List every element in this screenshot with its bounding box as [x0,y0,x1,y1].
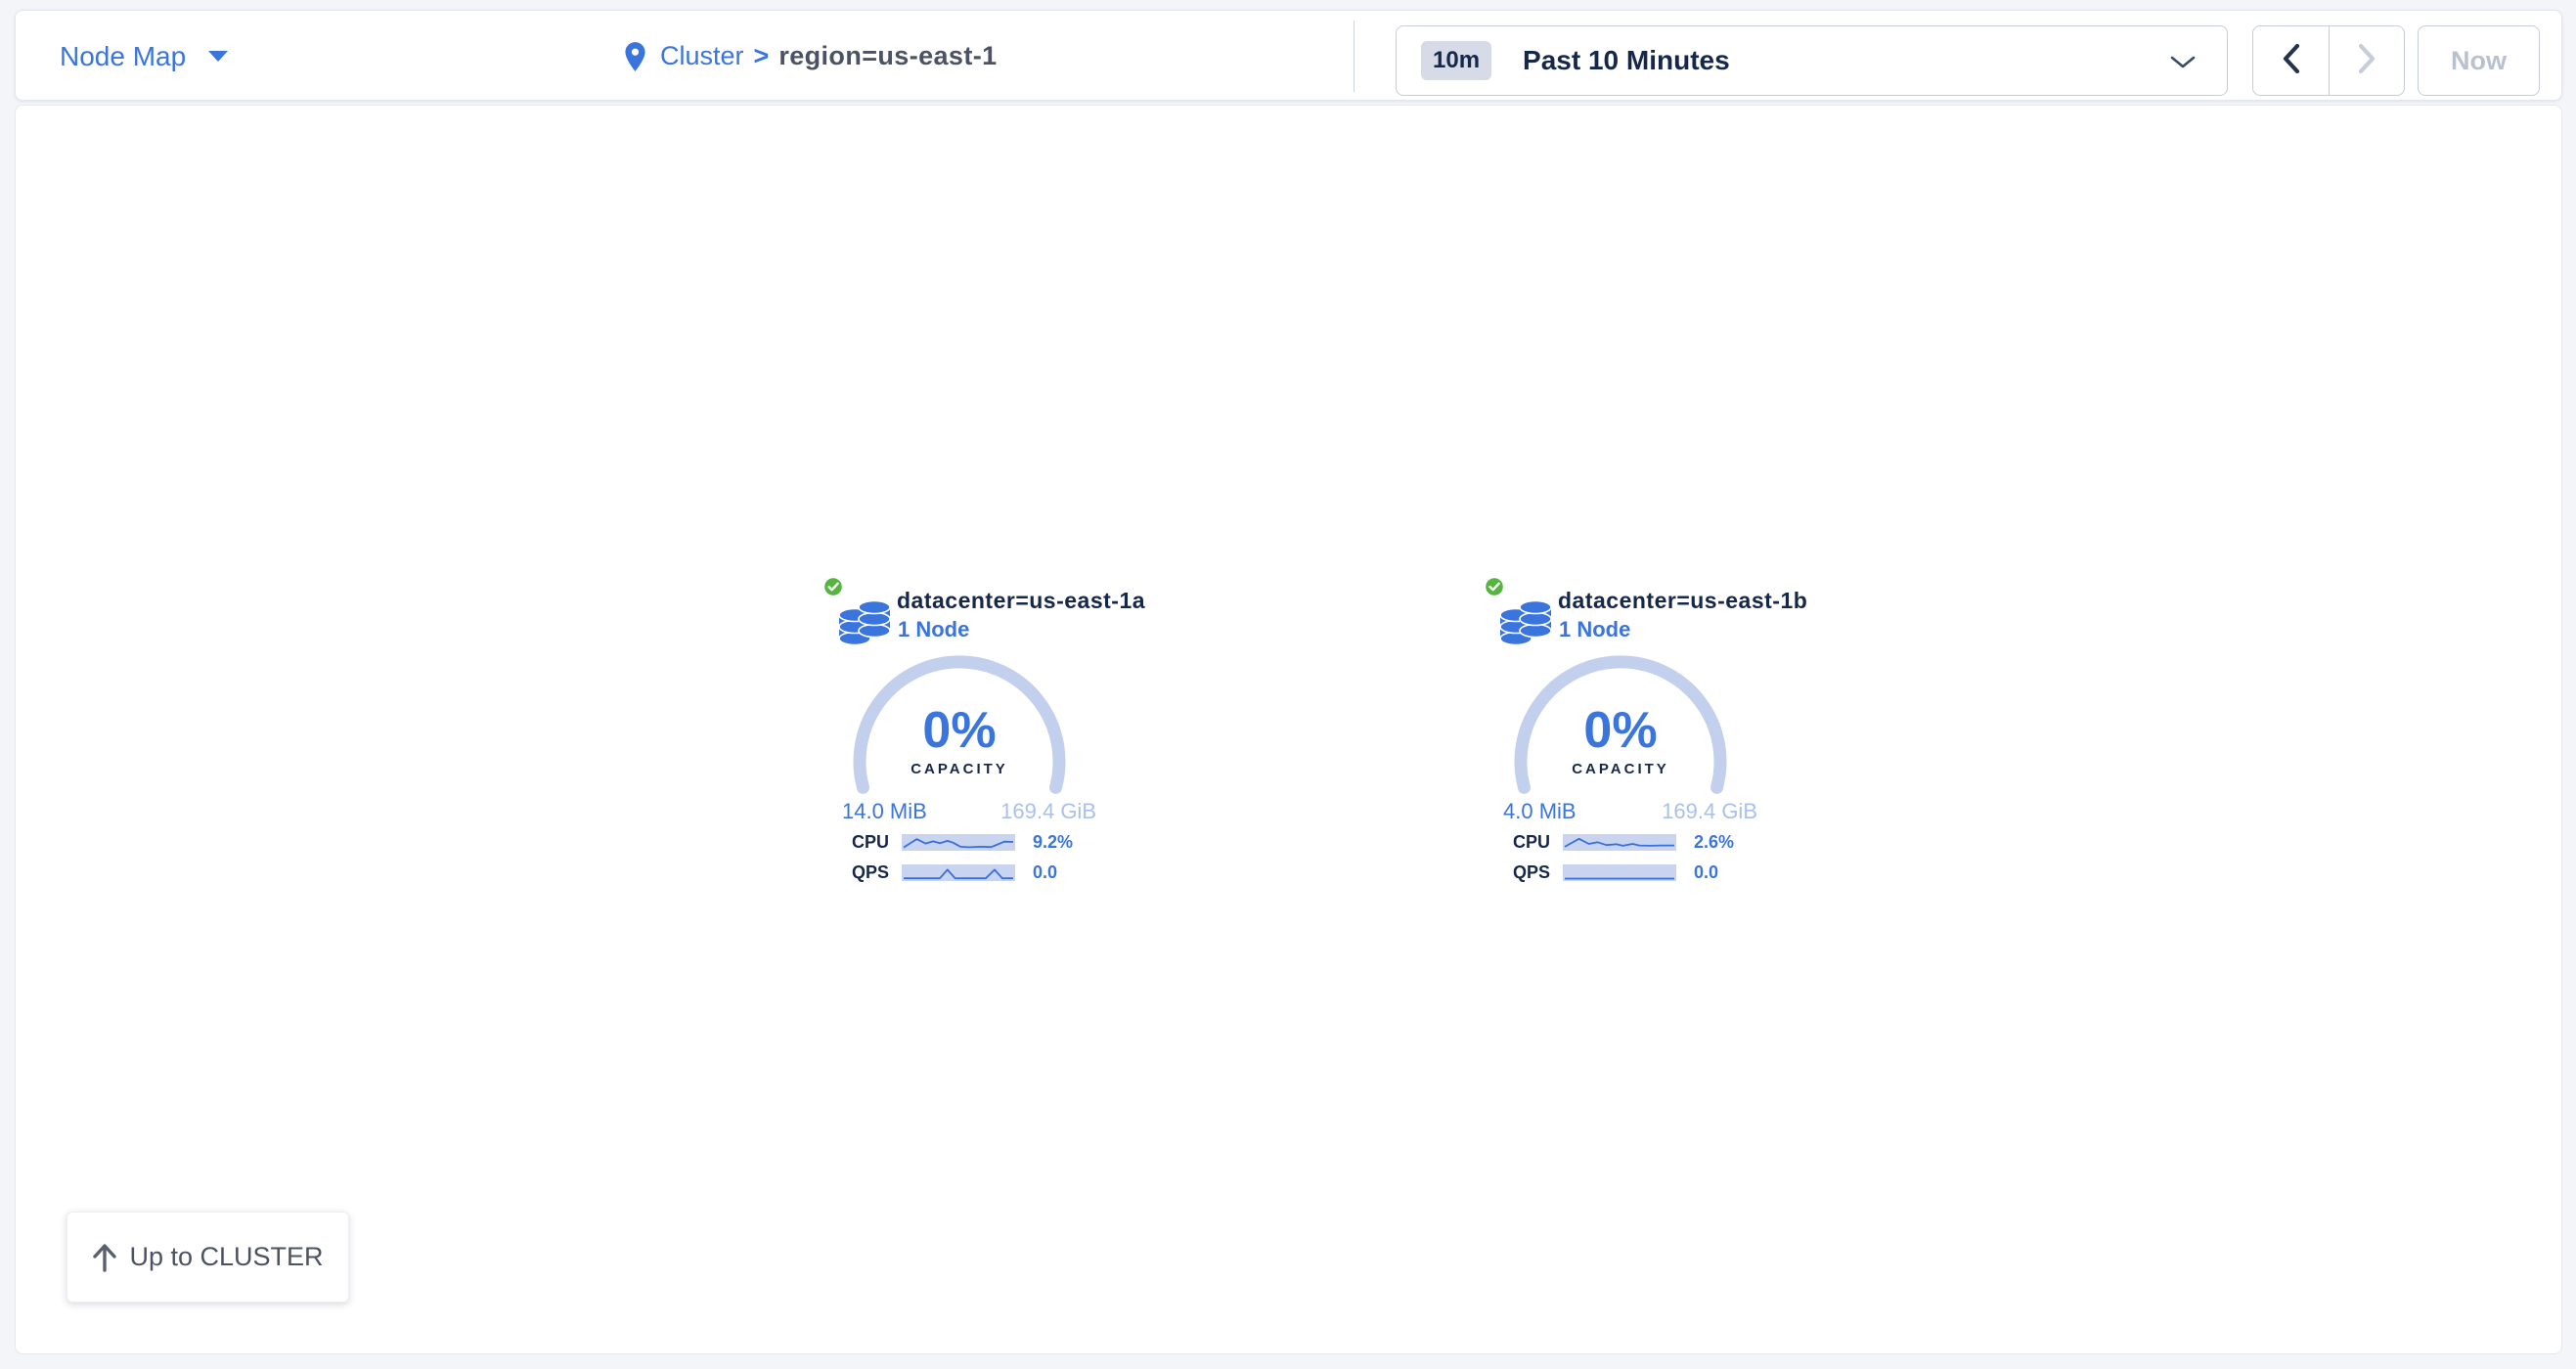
view-selector-label: Node Map [60,41,186,72]
breadcrumb-cluster-link[interactable]: Cluster [660,41,744,71]
breadcrumb: Cluster > region=us-east-1 [624,11,998,102]
metric-value: 0.0 [1033,863,1057,882]
now-button[interactable]: Now [2418,25,2540,96]
metric-value: 9.2% [1033,833,1073,852]
locality-node-count: 1 Node [898,617,969,642]
header-bar: Node Map Cluster > region=us-east-1 10m … [15,10,2562,101]
metric-label: QPS [1474,863,1550,882]
caret-down-icon [207,50,229,63]
prev-time-button[interactable] [2253,26,2329,95]
locality-node-count: 1 Node [1559,617,1630,642]
metric-label: CPU [813,833,889,852]
database-stack-icon [837,597,892,651]
qps-sparkline [1563,864,1676,881]
breadcrumb-current: region=us-east-1 [778,41,997,71]
breadcrumb-separator: > [754,41,770,71]
locality-title: datacenter=us-east-1b [1558,588,1807,614]
chevron-right-icon [2356,43,2377,79]
time-range-label: Past 10 Minutes [1523,45,1730,76]
cpu-sparkline [902,834,1015,851]
arrow-up-icon [92,1243,117,1272]
database-stack-icon [1498,597,1553,651]
up-to-cluster-button[interactable]: Up to CLUSTER [67,1212,349,1303]
capacity-available: 169.4 GiB [1000,799,1096,824]
metric-value: 0.0 [1694,863,1718,882]
metric-row-cpu: CPU 9.2% [813,833,1135,853]
capacity-available: 169.4 GiB [1662,799,1757,824]
location-pin-icon [624,41,646,72]
metric-row-cpu: CPU 2.6% [1474,833,1797,853]
metric-label: CPU [1474,833,1550,852]
cpu-sparkline [1563,834,1676,851]
metric-row-qps: QPS 0.0 [1474,863,1797,883]
qps-sparkline [902,864,1015,881]
capacity-label: CAPACITY [1513,761,1728,777]
chevron-down-icon [2170,56,2196,74]
locality-group[interactable]: datacenter=us-east-1b 1 Node 0% CAPACITY… [1474,576,1797,899]
capacity-used: 4.0 MiB [1503,799,1577,824]
view-selector-dropdown[interactable]: Node Map [60,11,229,102]
capacity-label: CAPACITY [852,761,1067,777]
up-to-cluster-label: Up to CLUSTER [129,1242,323,1272]
time-nav-arrows [2252,25,2405,96]
capacity-range: 4.0 MiB 169.4 GiB [1503,799,1757,824]
map-canvas: Up to CLUSTER [16,106,2561,1353]
metric-row-qps: QPS 0.0 [813,863,1135,883]
time-range-badge: 10m [1421,41,1491,80]
capacity-range: 14.0 MiB 169.4 GiB [842,799,1096,824]
next-time-button[interactable] [2329,26,2404,95]
metric-label: QPS [813,863,889,882]
capacity-percent: 0% [1513,701,1728,760]
chevron-left-icon [2281,43,2302,79]
capacity-used: 14.0 MiB [842,799,927,824]
locality-title: datacenter=us-east-1a [897,588,1145,614]
locality-group[interactable]: datacenter=us-east-1a 1 Node 0% CAPACITY… [813,576,1135,899]
metric-value: 2.6% [1694,833,1734,852]
node-map-area: Up to CLUSTER [15,105,2562,1354]
time-range-dropdown[interactable]: 10m Past 10 Minutes [1396,25,2228,96]
header-divider [1354,21,1355,92]
capacity-percent: 0% [852,701,1067,760]
